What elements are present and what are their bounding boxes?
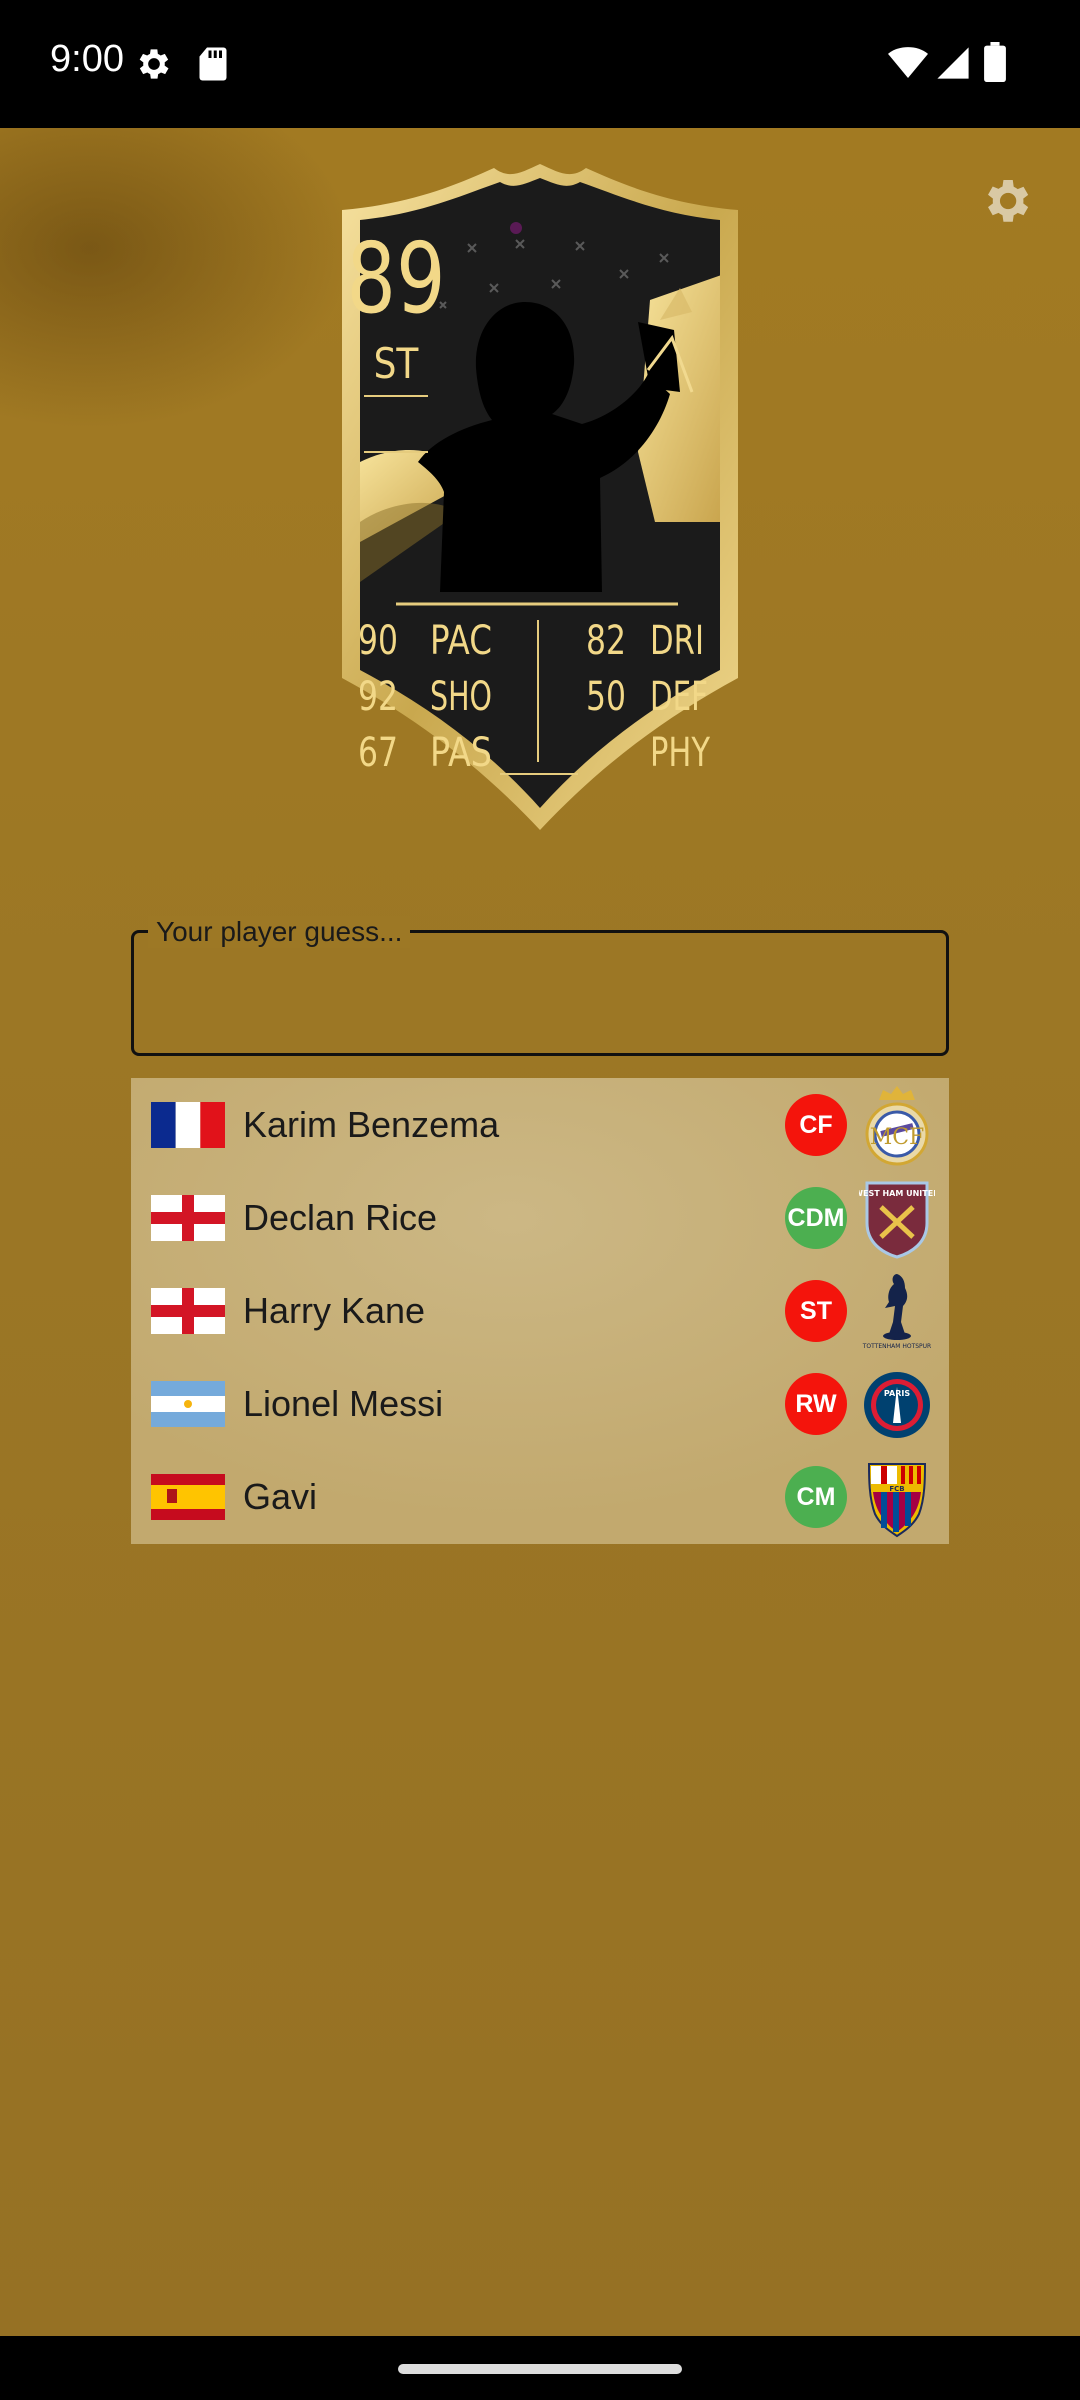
position-badge: CF bbox=[785, 1094, 847, 1156]
suggestion-row[interactable]: Karim Benzema CF MCF bbox=[131, 1078, 949, 1171]
stat-label: PAC bbox=[430, 618, 492, 664]
status-bar: 9:00 bbox=[0, 0, 1080, 128]
home-gesture-handle[interactable] bbox=[398, 2364, 682, 2374]
wifi-icon bbox=[888, 47, 928, 78]
barcelona-crest-icon: FCB bbox=[867, 1463, 927, 1538]
position-badge: RW bbox=[785, 1373, 847, 1435]
flag-spain-icon bbox=[151, 1474, 225, 1520]
svg-text:MCF: MCF bbox=[870, 1125, 925, 1150]
player-name: Lionel Messi bbox=[243, 1383, 444, 1424]
signal-icon bbox=[937, 47, 969, 79]
player-guess-label: Your player guess... bbox=[148, 916, 411, 948]
stat-value: 90 bbox=[358, 618, 398, 664]
stat-label: PHY bbox=[650, 730, 710, 776]
club-badge-text: TOTTENHAM HOTSPUR bbox=[862, 1343, 931, 1350]
real-madrid-crest-icon: MCF bbox=[865, 1086, 929, 1166]
card-position: ST bbox=[374, 341, 419, 389]
position-badge: ST bbox=[785, 1280, 847, 1342]
player-name: Harry Kane bbox=[243, 1290, 426, 1331]
position-badge: CDM bbox=[785, 1187, 847, 1249]
navigation-bar bbox=[0, 2336, 1080, 2400]
app-background: 89 ST 90 PAC 92 SHO 67 PAS 82 DRI 50 DEF… bbox=[0, 128, 1080, 2336]
flag-france-icon bbox=[151, 1102, 225, 1148]
stat-value: 92 bbox=[358, 674, 398, 720]
stat-value: 50 bbox=[586, 674, 626, 720]
suggestion-row[interactable]: Lionel Messi RW PARIS bbox=[131, 1357, 949, 1450]
suggestion-row[interactable]: Harry Kane ST TOTTENHAM HOTSPUR bbox=[131, 1264, 949, 1357]
club-badge-text: PARIS bbox=[884, 1389, 910, 1398]
settings-button[interactable] bbox=[978, 173, 1034, 229]
player-card: 89 ST 90 PAC 92 SHO 67 PAS 82 DRI 50 DEF… bbox=[342, 164, 738, 830]
card-rating: 89 bbox=[346, 221, 445, 335]
position-badge: CM bbox=[785, 1466, 847, 1528]
battery-icon bbox=[984, 42, 1006, 82]
flag-england-icon bbox=[151, 1288, 225, 1334]
stat-label: DEF bbox=[650, 674, 708, 720]
stat-label: DRI bbox=[650, 618, 704, 664]
gear-icon bbox=[139, 49, 169, 79]
stat-label: PAS bbox=[430, 730, 492, 776]
club-badge-text: WEST HAM UNITED bbox=[859, 1189, 935, 1198]
player-name: Karim Benzema bbox=[243, 1104, 500, 1145]
sd-card-icon bbox=[199, 47, 227, 81]
stat-value: 82 bbox=[586, 618, 626, 664]
player-name: Gavi bbox=[243, 1476, 318, 1517]
flag-argentina-icon bbox=[151, 1381, 225, 1427]
status-time: 9:00 bbox=[50, 38, 124, 80]
stat-value: 67 bbox=[358, 730, 398, 776]
suggestion-row[interactable]: Gavi CM FCB bbox=[131, 1450, 949, 1543]
player-name: Declan Rice bbox=[243, 1197, 438, 1238]
flag-england-icon bbox=[151, 1195, 225, 1241]
tottenham-crest-icon: TOTTENHAM HOTSPUR bbox=[862, 1274, 931, 1350]
suggestion-list: Karim Benzema CF MCF Declan Rice CDM WES… bbox=[131, 1078, 949, 1544]
psg-crest-icon: PARIS bbox=[864, 1372, 930, 1438]
club-badge-text: FCB bbox=[889, 1485, 904, 1493]
stat-label: SHO bbox=[430, 674, 492, 720]
suggestion-row[interactable]: Declan Rice CDM WEST HAM UNITED bbox=[131, 1171, 949, 1264]
west-ham-crest-icon: WEST HAM UNITED bbox=[859, 1181, 935, 1259]
player-guess-input[interactable] bbox=[150, 958, 930, 1038]
